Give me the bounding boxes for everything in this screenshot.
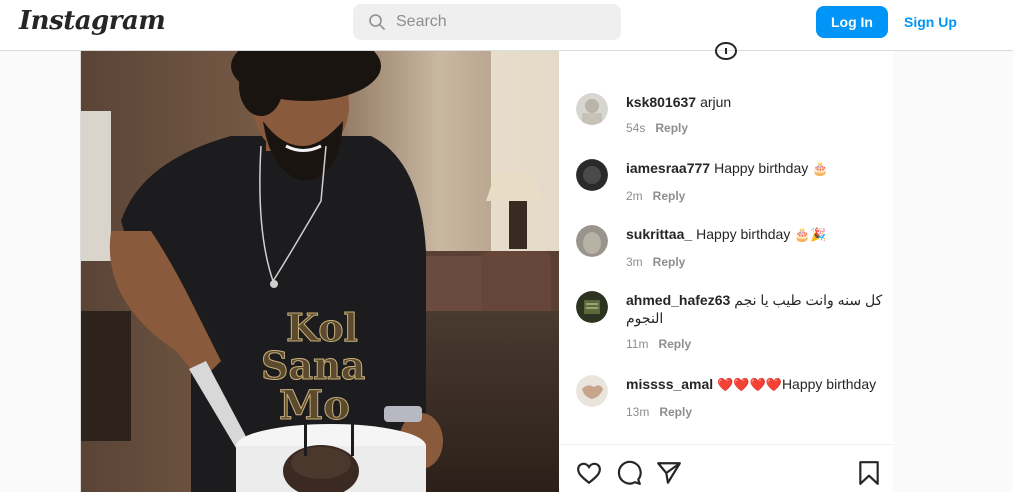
avatar[interactable] (576, 159, 608, 191)
login-button[interactable]: Log In (816, 6, 888, 38)
comment-time: 2m (626, 189, 643, 203)
share-icon[interactable] (656, 460, 682, 486)
comment-text: Happy birthday (696, 226, 791, 242)
comment-time: 54s (626, 121, 646, 135)
comment-username[interactable]: iamesraa777 (626, 160, 710, 176)
post-action-bar (559, 444, 893, 492)
comment-username[interactable]: sukrittaa_ (626, 226, 692, 242)
comment-username[interactable]: missss_amal (626, 376, 713, 392)
comment-text: arjun (700, 94, 732, 110)
cake-topper-word-3: Mo (279, 382, 350, 429)
reply-button[interactable]: Reply (653, 189, 686, 203)
comment-text: Happy birthday (781, 376, 877, 392)
reply-button[interactable]: Reply (653, 255, 686, 269)
post-photo-illustration: Kol Sana Mo (81, 51, 559, 492)
search-input[interactable] (396, 4, 611, 40)
heart-icon[interactable] (576, 460, 602, 486)
comment-time: 11m (626, 337, 649, 351)
reply-button[interactable]: Reply (659, 405, 692, 419)
cake-emoji: 🎂 (812, 162, 829, 177)
top-navigation: Instagram Log In Sign Up (0, 0, 1013, 51)
comment-time: 13m (626, 405, 650, 419)
comment-username[interactable]: ksk801637 (626, 94, 696, 110)
avatar[interactable] (576, 375, 608, 407)
reply-button[interactable]: Reply (658, 337, 691, 351)
instagram-logo[interactable]: Instagram (19, 6, 166, 36)
comment-time: 3m (626, 255, 643, 269)
more-options-icon[interactable] (715, 42, 737, 60)
avatar[interactable] (576, 225, 608, 257)
avatar[interactable] (576, 93, 608, 125)
reply-button[interactable]: Reply (655, 121, 688, 135)
comment-username[interactable]: ahmed_hafez63 (626, 292, 730, 308)
comment-text: Happy birthday (714, 160, 809, 176)
cake-party-emoji: 🎂🎉 (794, 228, 827, 243)
hearts-emoji: ❤️❤️❤️❤️ (717, 378, 782, 393)
avatar[interactable] (576, 291, 608, 323)
search-icon (369, 14, 385, 30)
comments-panel: ksk801637 arjun 54s Reply iamesraa777 Happy… (559, 42, 893, 492)
bookmark-icon[interactable] (856, 460, 882, 486)
signup-link[interactable]: Sign Up (904, 14, 957, 30)
comment-icon[interactable] (616, 460, 642, 486)
search-box[interactable] (353, 4, 621, 40)
post-card: Kol Sana Mo ksk801637 arjun 54s Reply iame… (80, 42, 893, 492)
post-photo[interactable]: Kol Sana Mo (81, 51, 559, 492)
